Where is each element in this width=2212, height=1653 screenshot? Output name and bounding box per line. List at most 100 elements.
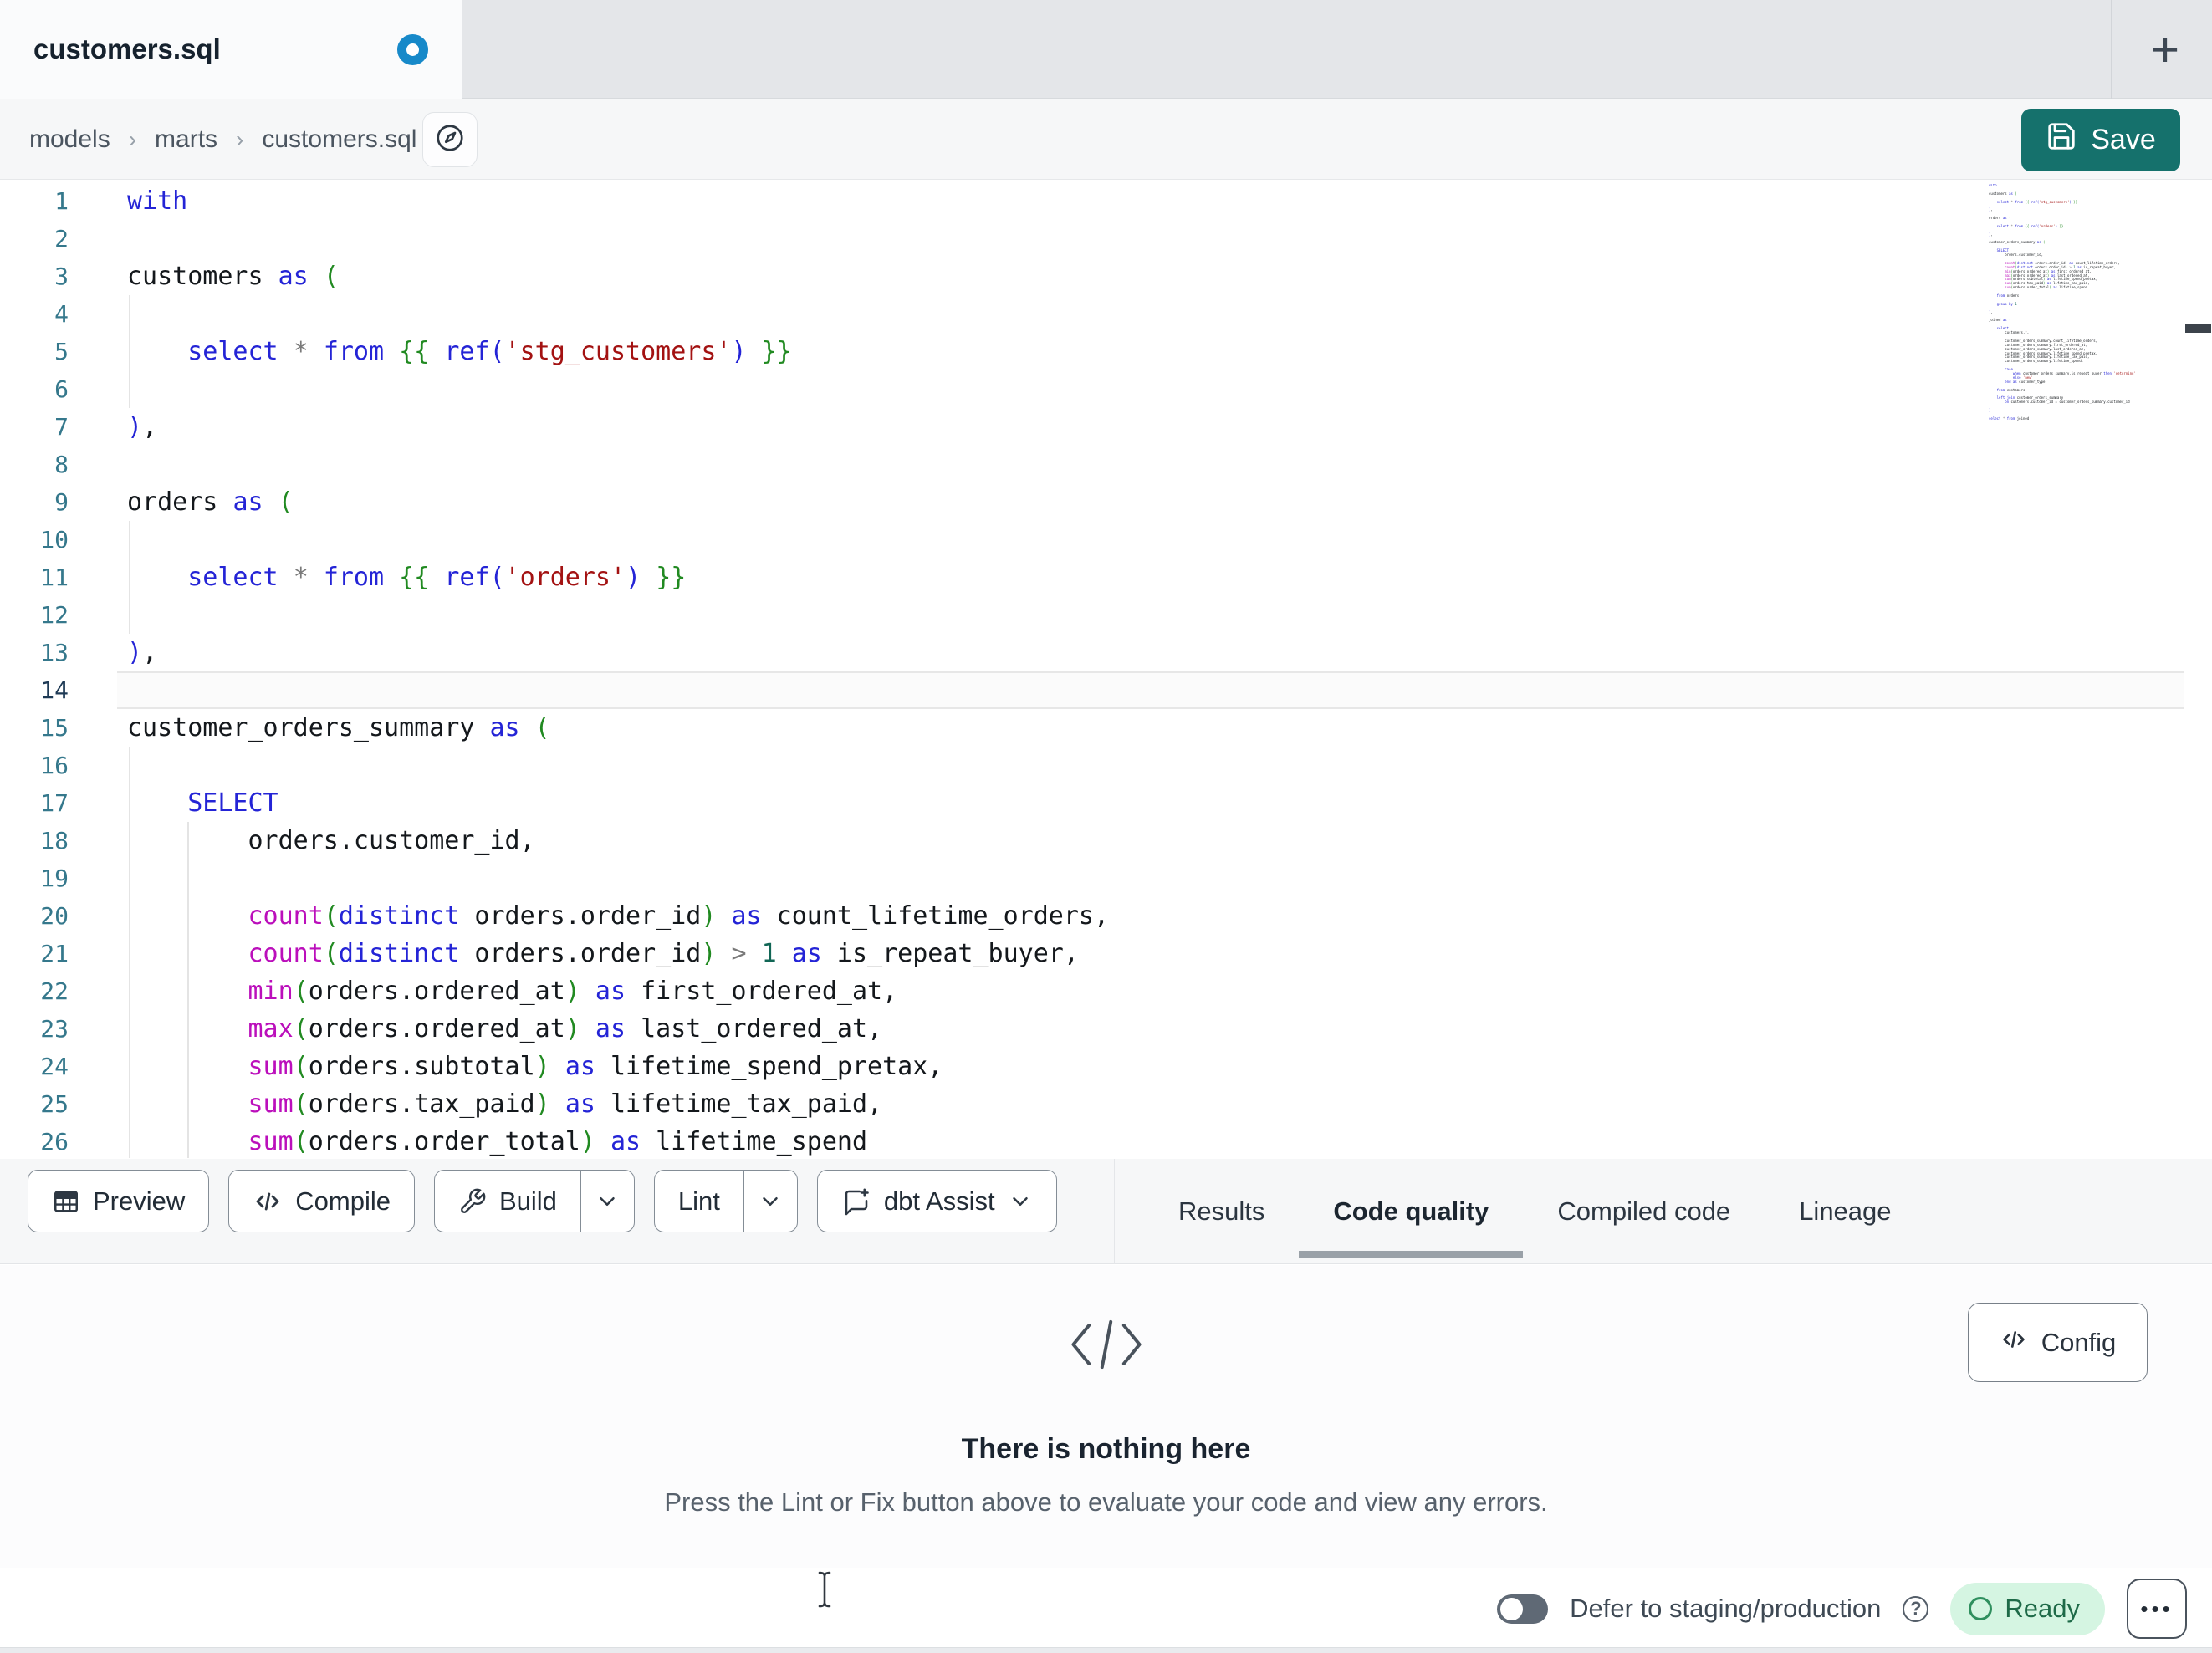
code-line[interactable]: with <box>127 182 2179 220</box>
new-tab-button[interactable]: + <box>2134 18 2196 80</box>
unsaved-changes-dot-icon <box>397 33 428 65</box>
editor-scrollbar-thumb[interactable] <box>2185 324 2211 333</box>
code-line[interactable] <box>127 521 2179 559</box>
build-button[interactable]: Build <box>435 1171 580 1232</box>
minimap-line[interactable]: select * from joined <box>1989 416 2181 421</box>
line-number[interactable]: 1 <box>0 182 69 220</box>
lint-dropdown-button[interactable] <box>743 1171 797 1232</box>
code-line[interactable]: max(orders.ordered_at) as last_ordered_a… <box>127 1010 2179 1048</box>
line-number[interactable]: 7 <box>0 408 69 446</box>
code-line[interactable] <box>127 671 2179 709</box>
config-button[interactable]: Config <box>1968 1303 2148 1382</box>
line-number[interactable]: 13 <box>0 634 69 671</box>
code-line[interactable]: customer_orders_summary as ( <box>127 709 2179 747</box>
line-number[interactable]: 20 <box>0 897 69 935</box>
breadcrumb: models › marts › customers.sql <box>29 99 416 180</box>
text-cursor-ibeam <box>815 1570 834 1613</box>
breadcrumb-item-customers-sql[interactable]: customers.sql <box>262 125 416 154</box>
chevron-down-icon <box>595 1189 620 1214</box>
compile-button[interactable]: Compile <box>228 1170 415 1232</box>
code-line[interactable]: count(distinct orders.order_id) > 1 as i… <box>127 935 2179 972</box>
line-number[interactable]: 26 <box>0 1123 69 1161</box>
preview-button[interactable]: Preview <box>28 1170 210 1232</box>
code-line[interactable]: min(orders.ordered_at) as first_ordered_… <box>127 972 2179 1010</box>
code-line[interactable]: sum(orders.tax_paid) as lifetime_tax_pai… <box>127 1085 2179 1123</box>
code-line[interactable]: orders as ( <box>127 483 2179 521</box>
line-number[interactable]: 19 <box>0 860 69 897</box>
lint-button[interactable]: Lint <box>655 1171 743 1232</box>
toolbar-separator <box>1114 1159 1115 1264</box>
tab-compiled-code[interactable]: Compiled code <box>1523 1159 1765 1264</box>
code-editor[interactable]: 1 2 3 4 5 6 7 8 9 10 11 12 13 14 15 16 17 18 19 20 21 22 23 24 2… <box>0 181 2212 1158</box>
line-number[interactable]: 3 <box>0 258 69 295</box>
toolbar-button-group: Preview Compile Build Lint dbt Assist <box>28 1170 1057 1232</box>
code-line[interactable] <box>127 860 2179 897</box>
editor-minimap[interactable]: with customers as ( select * from {{ ref… <box>1989 184 2181 423</box>
chevron-down-icon <box>1008 1189 1033 1214</box>
tabbar-divider <box>2111 0 2112 99</box>
code-line[interactable]: sum(orders.subtotal) as lifetime_spend_p… <box>127 1048 2179 1085</box>
code-line[interactable]: customers as ( <box>127 258 2179 295</box>
breadcrumb-item-marts[interactable]: marts <box>155 125 217 154</box>
wrench-icon <box>458 1187 487 1216</box>
tab-lineage[interactable]: Lineage <box>1765 1159 1925 1264</box>
compass-icon <box>434 122 466 158</box>
tab-bar: customers.sql + <box>0 0 2212 99</box>
more-options-button[interactable]: ••• <box>2127 1579 2187 1639</box>
lint-label: Lint <box>677 1186 720 1216</box>
line-number[interactable]: 5 <box>0 333 69 370</box>
defer-toggle[interactable] <box>1497 1594 1549 1624</box>
empty-state: There is nothing here Press the Lint or … <box>0 1265 2212 1568</box>
navigate-compass-button[interactable] <box>422 112 478 167</box>
code-line[interactable]: select * from {{ ref('orders') }} <box>127 559 2179 596</box>
line-number[interactable]: 21 <box>0 935 69 972</box>
code-line[interactable]: orders.customer_id, <box>127 822 2179 860</box>
line-number[interactable]: 14 <box>0 671 69 709</box>
code-line[interactable]: sum(orders.order_total) as lifetime_spen… <box>127 1123 2179 1161</box>
code-line[interactable]: SELECT <box>127 784 2179 822</box>
code-line[interactable] <box>127 295 2179 333</box>
config-label: Config <box>2041 1327 2117 1357</box>
tab-code-quality[interactable]: Code quality <box>1299 1159 1524 1264</box>
line-number[interactable]: 16 <box>0 747 69 784</box>
line-number[interactable]: 10 <box>0 521 69 559</box>
table-icon <box>52 1187 80 1216</box>
line-number[interactable]: 23 <box>0 1010 69 1048</box>
line-number[interactable]: 9 <box>0 483 69 521</box>
breadcrumb-item-models[interactable]: models <box>29 125 110 154</box>
code-line[interactable] <box>127 747 2179 784</box>
line-number[interactable]: 15 <box>0 709 69 747</box>
dbt-assist-button[interactable]: dbt Assist <box>816 1170 1057 1232</box>
file-tab-customers-sql[interactable]: customers.sql <box>0 0 462 99</box>
line-number[interactable]: 11 <box>0 559 69 596</box>
line-number[interactable]: 22 <box>0 972 69 1010</box>
code-line[interactable] <box>127 370 2179 408</box>
code-line[interactable]: select * from {{ ref('stg_customers') }} <box>127 333 2179 370</box>
code-line[interactable] <box>127 446 2179 483</box>
code-line[interactable] <box>127 596 2179 634</box>
code-line[interactable] <box>127 220 2179 258</box>
line-number[interactable]: 2 <box>0 220 69 258</box>
code-line[interactable]: ), <box>127 408 2179 446</box>
line-number[interactable]: 25 <box>0 1085 69 1123</box>
line-number[interactable]: 6 <box>0 370 69 408</box>
line-number[interactable]: 18 <box>0 822 69 860</box>
line-number[interactable]: 12 <box>0 596 69 634</box>
preview-label: Preview <box>93 1186 186 1216</box>
line-number-gutter[interactable]: 1 2 3 4 5 6 7 8 9 10 11 12 13 14 15 16 17 18 19 20 21 22 23 24 2… <box>0 182 69 1161</box>
line-number[interactable]: 17 <box>0 784 69 822</box>
tab-results[interactable]: Results <box>1144 1159 1299 1264</box>
result-tabs: Results Code quality Compiled code Linea… <box>1144 1159 1926 1264</box>
save-button[interactable]: Save <box>2021 109 2180 171</box>
line-number[interactable]: 8 <box>0 446 69 483</box>
compile-label: Compile <box>295 1186 391 1216</box>
lint-split-button: Lint <box>653 1170 798 1232</box>
code-lines[interactable]: with customers as ( select * from {{ ref… <box>127 182 2179 1161</box>
build-dropdown-button[interactable] <box>580 1171 634 1232</box>
code-line[interactable]: ), <box>127 634 2179 671</box>
code-line[interactable]: count(distinct orders.order_id) as count… <box>127 897 2179 935</box>
save-label: Save <box>2091 124 2156 156</box>
line-number[interactable]: 4 <box>0 295 69 333</box>
help-icon[interactable]: ? <box>1903 1595 1929 1622</box>
line-number[interactable]: 24 <box>0 1048 69 1085</box>
